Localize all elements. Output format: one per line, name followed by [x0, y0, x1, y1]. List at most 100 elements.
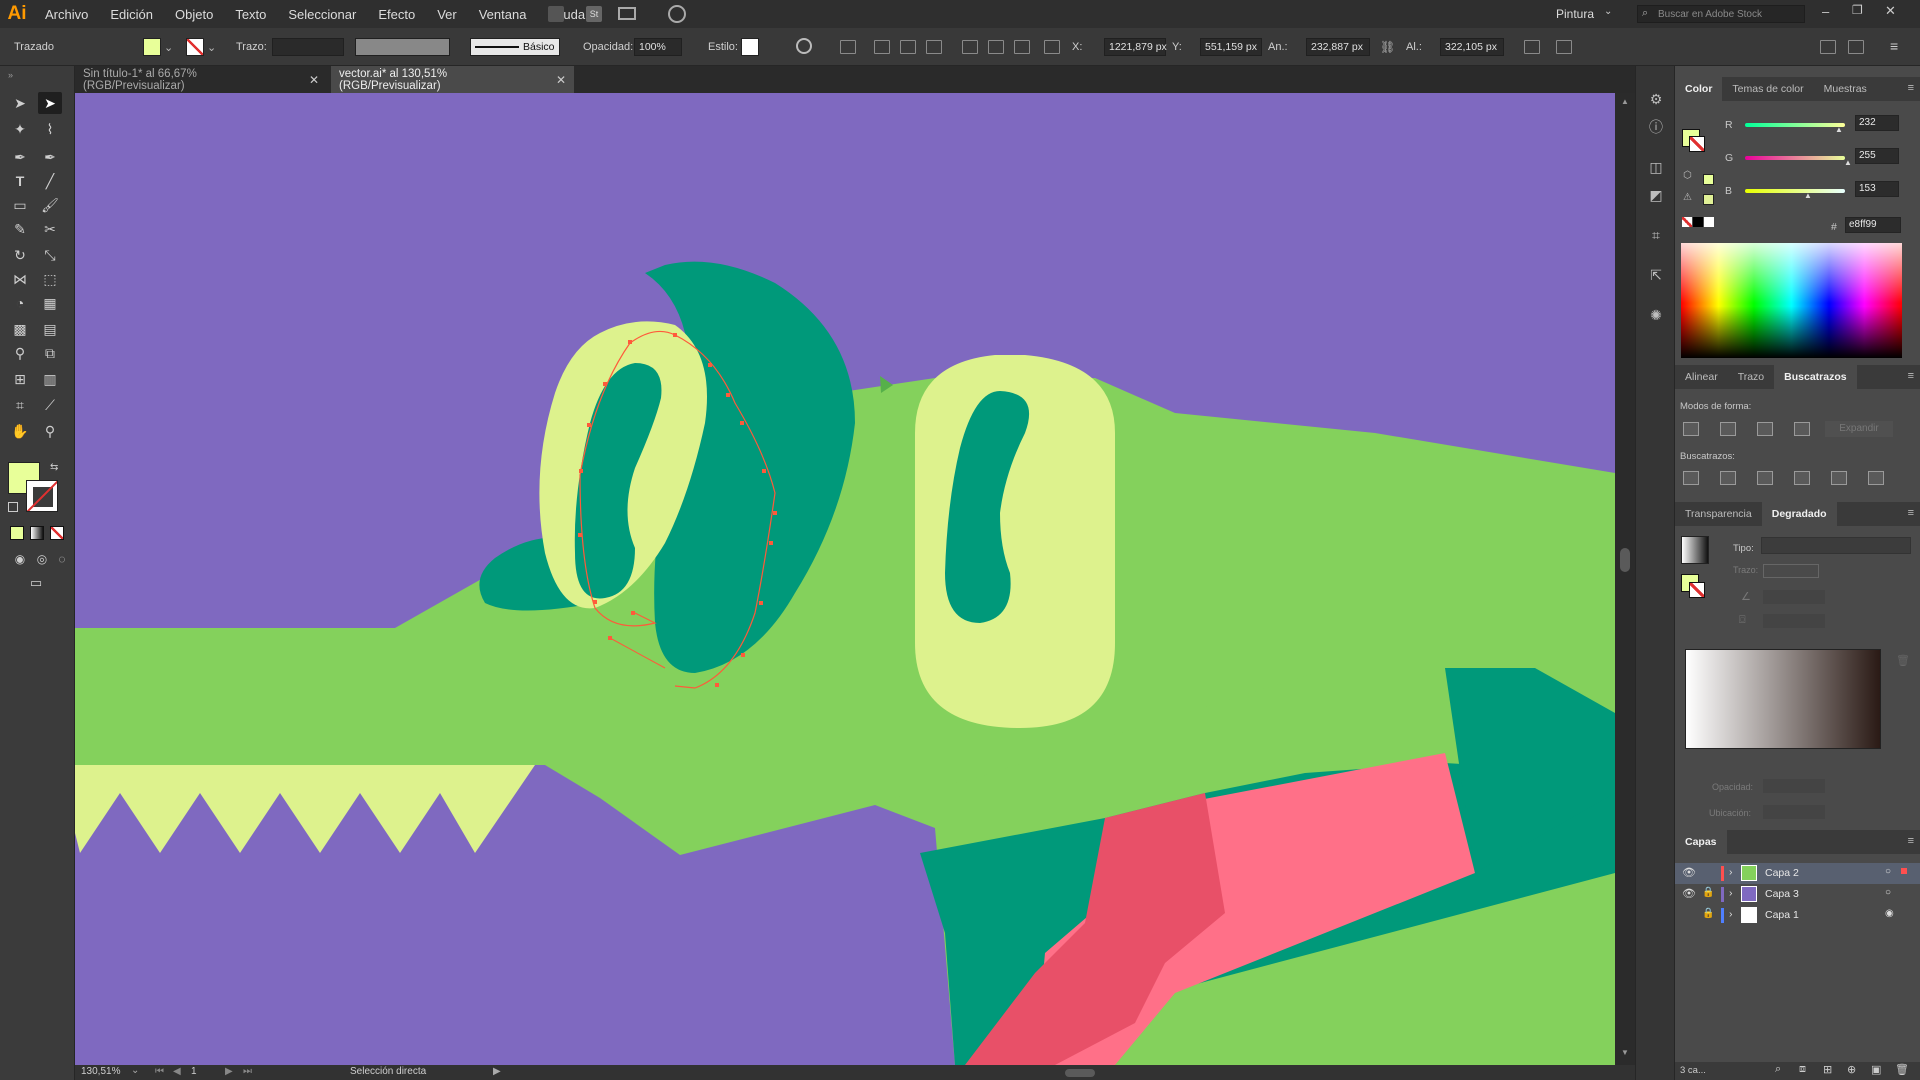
mesh-tool-icon[interactable]: ▩: [8, 318, 32, 340]
minus-front-icon[interactable]: [1720, 422, 1736, 436]
artwork[interactable]: [75, 93, 1615, 1065]
default-colors-icon[interactable]: [8, 502, 18, 512]
arrange-icon[interactable]: [1820, 40, 1836, 54]
link-proportions-icon[interactable]: ⛓: [1380, 40, 1395, 54]
tab-vector-ai[interactable]: vector.ai* al 130,51% (RGB/Previsualizar…: [331, 66, 574, 93]
height-field[interactable]: 322,105 px: [1440, 37, 1504, 57]
blend-tool-icon[interactable]: ⧉: [38, 342, 62, 364]
direct-selection-tool-icon[interactable]: ➤: [38, 92, 62, 114]
none-mode-icon[interactable]: [50, 526, 64, 540]
layer-row-capa-3[interactable]: 👁 🔒 › Capa 3 ○: [1675, 884, 1920, 905]
trash-icon[interactable]: 🗑: [1896, 654, 1910, 667]
opacity-field[interactable]: 100%: [634, 37, 682, 57]
line-tool-icon[interactable]: ╱: [38, 170, 62, 192]
color-mode-icon[interactable]: [10, 526, 24, 540]
stock-icon[interactable]: St: [586, 6, 602, 22]
x-field[interactable]: 1221,879 px: [1104, 37, 1167, 57]
scale-tool-icon[interactable]: ⤡: [38, 244, 62, 266]
transform-icon[interactable]: [840, 40, 856, 54]
trash-icon[interactable]: 🗑: [1895, 1063, 1909, 1076]
curvature-tool-icon[interactable]: ✒: [38, 146, 62, 168]
panel-menu-icon[interactable]: ≡: [1908, 835, 1914, 847]
exclude-icon[interactable]: [1794, 422, 1810, 436]
white-swatch[interactable]: [1704, 217, 1714, 227]
stroke-control[interactable]: ⌄: [186, 37, 216, 57]
tab-alinear[interactable]: Alinear: [1675, 365, 1728, 389]
slice-tool-icon[interactable]: ⟋: [38, 394, 62, 416]
perspective-grid-icon[interactable]: ▦: [38, 292, 62, 314]
fill-control[interactable]: ⌄: [143, 37, 173, 57]
recolor-icon[interactable]: [796, 38, 812, 54]
gradient-location-field[interactable]: [1763, 805, 1825, 819]
layer-row-capa-2[interactable]: 👁 › Capa 2 ○: [1675, 863, 1920, 884]
hex-value[interactable]: e8ff99: [1845, 217, 1901, 233]
close-icon[interactable]: ✕: [556, 73, 566, 87]
symbol-sprayer-icon[interactable]: ⊞: [8, 368, 32, 390]
gradient-tool-icon[interactable]: ▤: [38, 318, 62, 340]
b-value[interactable]: 153: [1855, 181, 1899, 197]
export-icon[interactable]: ⇱: [1646, 266, 1666, 284]
divide-icon[interactable]: [1683, 471, 1699, 485]
scroll-down-icon[interactable]: ▼: [1621, 1048, 1629, 1057]
zoom-level[interactable]: 130,51%: [81, 1066, 120, 1077]
menu-texto[interactable]: Texto: [224, 7, 277, 22]
r-slider-thumb[interactable]: ▲: [1835, 125, 1843, 134]
target-icon[interactable]: ○: [1885, 887, 1891, 898]
maximize-button[interactable]: ❐: [1852, 3, 1863, 17]
gradient-slider[interactable]: [1685, 649, 1881, 749]
bridge-icon[interactable]: [548, 6, 564, 22]
previous-artboard-icon[interactable]: ◀: [173, 1066, 181, 1077]
gear-icon[interactable]: ⚙: [1646, 90, 1666, 108]
fill-swatch[interactable]: [143, 38, 161, 56]
chevron-down-icon[interactable]: ⌄: [164, 41, 173, 54]
gradient-mode-icon[interactable]: [30, 526, 44, 540]
b-slider[interactable]: [1745, 189, 1845, 193]
width-field[interactable]: 232,887 px: [1306, 37, 1370, 57]
tab-color[interactable]: Color: [1675, 77, 1723, 101]
none-swatch[interactable]: [1682, 217, 1692, 227]
tab-transparencia[interactable]: Transparencia: [1675, 502, 1762, 526]
pen-tool-icon[interactable]: ✒: [8, 146, 32, 168]
stock-search[interactable]: ⌕ Buscar en Adobe Stock: [1637, 5, 1805, 23]
swap-colors-icon[interactable]: ⇆: [50, 462, 58, 473]
free-transform-icon[interactable]: ⬚: [38, 268, 62, 290]
width-tool-icon[interactable]: ⋈: [8, 268, 32, 290]
align-center-icon[interactable]: [900, 40, 916, 54]
tab-sin-titulo[interactable]: Sin título-1* al 66,67% (RGB/Previsualiz…: [75, 66, 327, 93]
chevron-right-icon[interactable]: ›: [1729, 866, 1733, 878]
out-of-web-swatch[interactable]: [1703, 174, 1714, 185]
tab-trazo[interactable]: Trazo: [1728, 365, 1774, 389]
variable-width-field[interactable]: [355, 37, 450, 57]
isolate-icon[interactable]: [1524, 40, 1540, 54]
brushes-icon[interactable]: ✺: [1646, 306, 1666, 324]
arrange-docs-icon[interactable]: [618, 7, 636, 20]
merge-icon[interactable]: [1757, 471, 1773, 485]
reference-point-icon[interactable]: [1044, 40, 1060, 54]
chevron-down-icon[interactable]: ⌄: [207, 41, 216, 54]
eye-icon[interactable]: 👁: [1682, 887, 1696, 900]
out-of-gamut-swatch[interactable]: [1703, 194, 1714, 205]
status-menu-icon[interactable]: ▶: [493, 1066, 501, 1077]
artboard-tool-icon[interactable]: ⌗: [8, 394, 32, 416]
menu-objeto[interactable]: Objeto: [164, 7, 224, 22]
gradient-stroke-options[interactable]: [1763, 564, 1819, 578]
rotate-tool-icon[interactable]: ↻: [8, 244, 32, 266]
appearance-icon[interactable]: ◫: [1646, 158, 1666, 176]
menu-edicion[interactable]: Edición: [99, 7, 164, 22]
color-spectrum[interactable]: [1681, 243, 1902, 358]
select-similar-icon[interactable]: [1556, 40, 1572, 54]
crop-icon[interactable]: [1794, 471, 1810, 485]
layer-name[interactable]: Capa 2: [1765, 867, 1799, 879]
color-stroke-box[interactable]: [1689, 136, 1705, 152]
aspect-field[interactable]: [1763, 614, 1825, 628]
tab-temas-de-color[interactable]: Temas de color: [1722, 77, 1813, 101]
tab-muestras[interactable]: Muestras: [1814, 77, 1877, 101]
new-layer-icon[interactable]: ⊕: [1847, 1063, 1856, 1076]
scroll-thumb[interactable]: [1620, 548, 1630, 572]
align-right-icon[interactable]: [926, 40, 942, 54]
clipping-mask-icon[interactable]: ⧈: [1799, 1063, 1806, 1076]
g-slider-thumb[interactable]: ▲: [1844, 158, 1852, 167]
workspace-switcher[interactable]: Pintura: [1556, 7, 1594, 21]
first-artboard-icon[interactable]: ⏮: [155, 1066, 164, 1077]
minimize-button[interactable]: –: [1822, 4, 1829, 19]
